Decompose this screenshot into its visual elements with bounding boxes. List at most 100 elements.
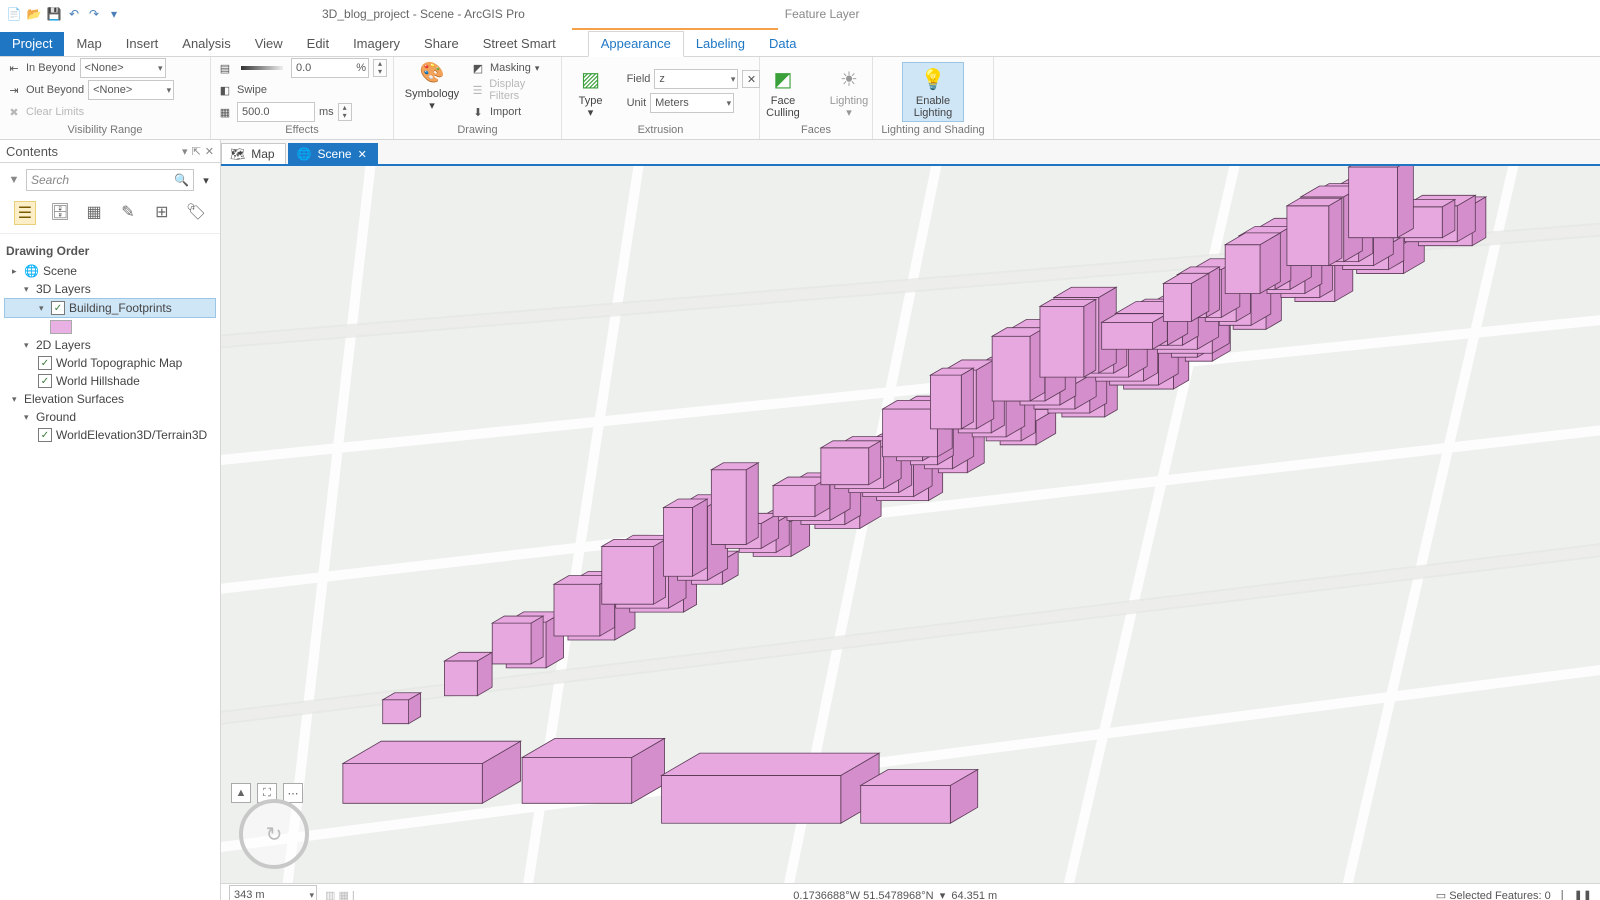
transparency-icon: ▤ xyxy=(217,60,233,76)
symbology-button[interactable]: 🎨 Symbology▾ xyxy=(400,56,464,114)
search-icon[interactable]: 🔍 xyxy=(174,173,189,187)
open-project-icon[interactable]: 📂 xyxy=(26,6,42,22)
save-icon[interactable]: 💾 xyxy=(46,6,62,22)
in-beyond-label: In Beyond xyxy=(26,62,76,74)
list-by-labeling-icon[interactable]: 🏷 xyxy=(186,201,206,223)
nav-up-icon[interactable]: ▲ xyxy=(231,783,251,803)
2d-layers-node[interactable]: ▾2D Layers xyxy=(4,336,216,354)
face-culling-button[interactable]: ◩ Face Culling xyxy=(753,63,813,121)
building-symbol[interactable] xyxy=(4,318,216,336)
view-area: 🗺Map 🌐Scene✕ xyxy=(221,140,1600,900)
tab-appearance[interactable]: Appearance xyxy=(588,31,684,57)
group-effects: ▤ 0.0% ▴▾ ◧Swipe ▦ 500.0 ms ▴▾ Effects xyxy=(211,57,394,139)
group-drawing: 🎨 Symbology▾ ◩Masking ▾ ☰Display Filters… xyxy=(394,57,562,139)
view-tab-scene[interactable]: 🌐Scene✕ xyxy=(288,143,378,164)
group-label-effects: Effects xyxy=(217,122,387,139)
list-by-selection-icon[interactable]: ▦ xyxy=(84,201,104,223)
extrusion-field-combo[interactable]: z▾ xyxy=(654,69,738,89)
flicker-input[interactable]: 500.0 xyxy=(237,102,315,122)
extrusion-type-button[interactable]: ▨ Type▾ xyxy=(561,63,621,121)
redo-icon[interactable]: ↷ xyxy=(86,6,102,22)
list-by-snapping-icon[interactable]: ⊞ xyxy=(152,201,172,223)
document-title: 3D_blog_project - Scene - ArcGIS Pro xyxy=(322,7,525,21)
flicker-icon[interactable]: ▦ xyxy=(217,104,233,120)
import-label[interactable]: Import xyxy=(490,106,521,118)
in-beyond-combo[interactable]: <None>▾ xyxy=(80,58,166,78)
building-footprints-layer[interactable]: ▾✓Building_Footprints xyxy=(4,298,216,318)
layer-visibility-checkbox[interactable]: ✓ xyxy=(38,356,52,370)
ribbon: ⇤In Beyond <None>▾ ⇥Out Beyond <None>▾ ✖… xyxy=(0,57,1600,140)
swipe-label[interactable]: Swipe xyxy=(237,84,267,96)
pane-close-icon[interactable]: ✕ xyxy=(205,145,214,158)
tab-edit[interactable]: Edit xyxy=(295,32,341,56)
flicker-spinner[interactable]: ▴▾ xyxy=(338,103,352,121)
status-divider: | xyxy=(1561,889,1564,900)
contextual-tab-group-title: Feature Layer xyxy=(785,7,860,21)
pane-autohide-icon[interactable]: ⇱ xyxy=(192,145,201,158)
tab-project[interactable]: Project xyxy=(0,32,64,56)
tab-view[interactable]: View xyxy=(243,32,295,56)
contents-search-input[interactable]: Search🔍 xyxy=(26,169,194,191)
group-label-extrusion: Extrusion xyxy=(568,122,753,139)
out-beyond-combo[interactable]: <None>▾ xyxy=(88,80,174,100)
group-label-drawing: Drawing xyxy=(400,122,555,139)
pane-menu-icon[interactable]: ▾ xyxy=(182,145,188,158)
transparency-spinner[interactable]: ▴▾ xyxy=(373,59,387,77)
topographic-layer[interactable]: ✓World Topographic Map xyxy=(4,354,216,372)
swipe-icon[interactable]: ◧ xyxy=(217,82,233,98)
lighting-icon: ☀ xyxy=(835,65,863,93)
quick-access-toolbar: 📄 📂 💾 ↶ ↷ ▾ xyxy=(6,6,122,22)
undo-icon[interactable]: ↶ xyxy=(66,6,82,22)
search-options-icon[interactable]: ▾ xyxy=(198,172,214,188)
list-by-drawing-order-icon[interactable]: ☰ xyxy=(14,201,36,225)
list-by-source-icon[interactable]: 🗄 xyxy=(50,201,70,223)
face-culling-icon: ◩ xyxy=(769,65,797,93)
tab-insert[interactable]: Insert xyxy=(114,32,171,56)
view-tab-map[interactable]: 🗺Map xyxy=(221,143,286,164)
out-beyond-label: Out Beyond xyxy=(26,84,84,96)
scene-node[interactable]: ▸🌐Scene xyxy=(4,262,216,280)
lighting-button[interactable]: ☀ Lighting▾ xyxy=(819,63,879,121)
terrain-layer[interactable]: ✓WorldElevation3D/Terrain3D xyxy=(4,426,216,444)
scene-canvas[interactable]: ▲ ⛶ ⋯ ↻ xyxy=(221,166,1600,883)
new-project-icon[interactable]: 📄 xyxy=(6,6,22,22)
ground-node[interactable]: ▾Ground xyxy=(4,408,216,426)
extrusion-unit-combo[interactable]: Meters▾ xyxy=(650,93,734,113)
symbol-swatch[interactable] xyxy=(50,320,72,334)
navigator-compass[interactable]: ↻ xyxy=(239,799,309,869)
transparency-slider[interactable] xyxy=(241,66,283,70)
transparency-input[interactable]: 0.0% xyxy=(291,58,369,78)
filter-icon[interactable]: ▼ xyxy=(6,172,22,188)
layer-visibility-checkbox[interactable]: ✓ xyxy=(38,374,52,388)
tab-analysis[interactable]: Analysis xyxy=(170,32,242,56)
clear-limits-icon: ✖ xyxy=(6,104,22,120)
field-label: Field xyxy=(627,73,651,85)
out-beyond-icon: ⇥ xyxy=(6,82,22,98)
group-label-faces: Faces xyxy=(766,122,866,139)
tab-labeling[interactable]: Labeling xyxy=(684,32,757,56)
enable-lighting-button[interactable]: 💡 Enable Lighting xyxy=(902,62,964,122)
globe-icon: 🌐 xyxy=(24,264,39,278)
import-icon: ⬇ xyxy=(470,104,486,120)
tab-data[interactable]: Data xyxy=(757,32,808,56)
symbology-icon: 🎨 xyxy=(418,58,446,86)
pause-drawing-icon[interactable]: ❚❚ xyxy=(1574,889,1592,900)
elevation-surfaces-node[interactable]: ▾Elevation Surfaces xyxy=(4,390,216,408)
hillshade-layer[interactable]: ✓World Hillshade xyxy=(4,372,216,390)
qat-more-icon[interactable]: ▾ xyxy=(106,6,122,22)
contextual-tab-indicator xyxy=(0,28,1600,30)
layer-visibility-checkbox[interactable]: ✓ xyxy=(38,428,52,442)
list-by-editing-icon[interactable]: ✎ xyxy=(118,201,138,223)
scene-svg xyxy=(221,166,1600,883)
masking-label[interactable]: Masking xyxy=(490,62,531,74)
unit-label: Unit xyxy=(627,97,647,109)
selected-features-label[interactable]: ▭ Selected Features: 0 xyxy=(1436,889,1551,900)
3d-layers-node[interactable]: ▾3D Layers xyxy=(4,280,216,298)
close-view-icon[interactable]: ✕ xyxy=(358,148,367,161)
scale-combo[interactable]: 343 m▾ xyxy=(229,885,317,900)
group-visibility-range: ⇤In Beyond <None>▾ ⇥Out Beyond <None>▾ ✖… xyxy=(0,57,211,139)
layer-visibility-checkbox[interactable]: ✓ xyxy=(51,301,65,315)
tab-map[interactable]: Map xyxy=(64,32,113,56)
nav-more-icon[interactable]: ⋯ xyxy=(283,783,303,803)
status-tool-icons[interactable]: ▥ ▦ | xyxy=(325,889,355,900)
